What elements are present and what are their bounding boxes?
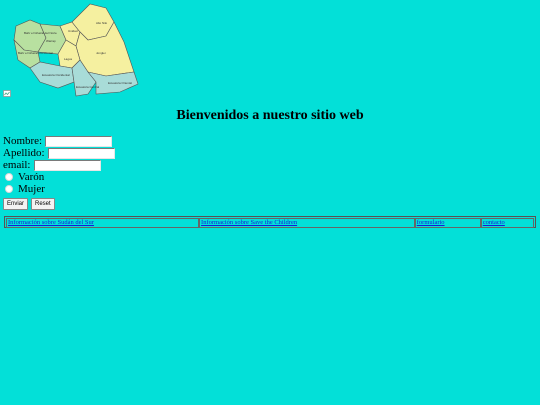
- map-label-lagos: Lagos: [64, 57, 73, 61]
- varon-label: Varón: [18, 171, 45, 183]
- nav-cell-save-children: Información sobre Save the Children: [199, 218, 415, 228]
- map-label-ecuatoria-cen: Ecuatoria Central: [76, 85, 100, 89]
- nav-link-save-children[interactable]: Información sobre Save the Children: [201, 219, 297, 226]
- map-label-ecuatoria-occ: Ecuatoria Occidental: [42, 73, 70, 77]
- nav-cell-formulario: formulario: [414, 218, 481, 228]
- south-sudan-map: Bahr el Ghazal del Norte Warrap Unidad A…: [13, 3, 139, 97]
- nav-cell-sudan: Información sobre Sudán del Sur: [6, 218, 200, 228]
- email-label: email:: [3, 159, 31, 171]
- nav-cell-contacto: contacto: [480, 218, 534, 228]
- map-label-warrap: Warrap: [46, 39, 56, 43]
- page: Bahr el Ghazal del Norte Warrap Unidad A…: [0, 0, 540, 405]
- mujer-radio[interactable]: [5, 185, 13, 193]
- map-label-jonglei: Jonglei: [96, 51, 106, 55]
- form-buttons: Enviar Reset: [3, 198, 115, 210]
- contact-form: Nombre: Apellido: email: Varón Mujer Env…: [3, 135, 115, 210]
- nav-link-formulario[interactable]: formulario: [417, 219, 445, 226]
- mujer-row: Mujer: [3, 183, 115, 195]
- apellido-input[interactable]: [47, 147, 115, 159]
- nav-link-sudan[interactable]: Información sobre Sudán del Sur: [8, 219, 94, 226]
- varon-radio[interactable]: [5, 173, 13, 181]
- nombre-label: Nombre:: [3, 135, 43, 147]
- apellido-label: Apellido:: [3, 147, 45, 159]
- map-label-nbg: Bahr el Ghazal del Norte: [24, 31, 57, 35]
- map-label-alto-nilo: Alto Nilo: [96, 21, 108, 25]
- nav-table: Información sobre Sudán del Sur Informac…: [4, 216, 536, 228]
- varon-row: Varón: [3, 171, 115, 183]
- page-title: Bienvenidos a nuestro sitio web: [176, 108, 364, 123]
- mujer-label: Mujer: [18, 183, 45, 195]
- nav-link-contacto[interactable]: contacto: [483, 219, 505, 226]
- broken-image-icon: [3, 90, 11, 97]
- map-label-unidad: Unidad: [68, 29, 78, 33]
- nombre-input[interactable]: [45, 135, 113, 147]
- submit-button[interactable]: Enviar: [3, 198, 29, 210]
- nombre-row: Nombre:: [3, 135, 115, 147]
- email-input[interactable]: [33, 159, 101, 171]
- map-label-wbg: Bahr el Ghazal Occidental: [18, 51, 53, 55]
- reset-button[interactable]: Reset: [31, 198, 55, 210]
- email-row: email:: [3, 159, 115, 171]
- map-label-ecuatoria-ori: Ecuatoria Oriental: [108, 81, 132, 85]
- apellido-row: Apellido:: [3, 147, 115, 159]
